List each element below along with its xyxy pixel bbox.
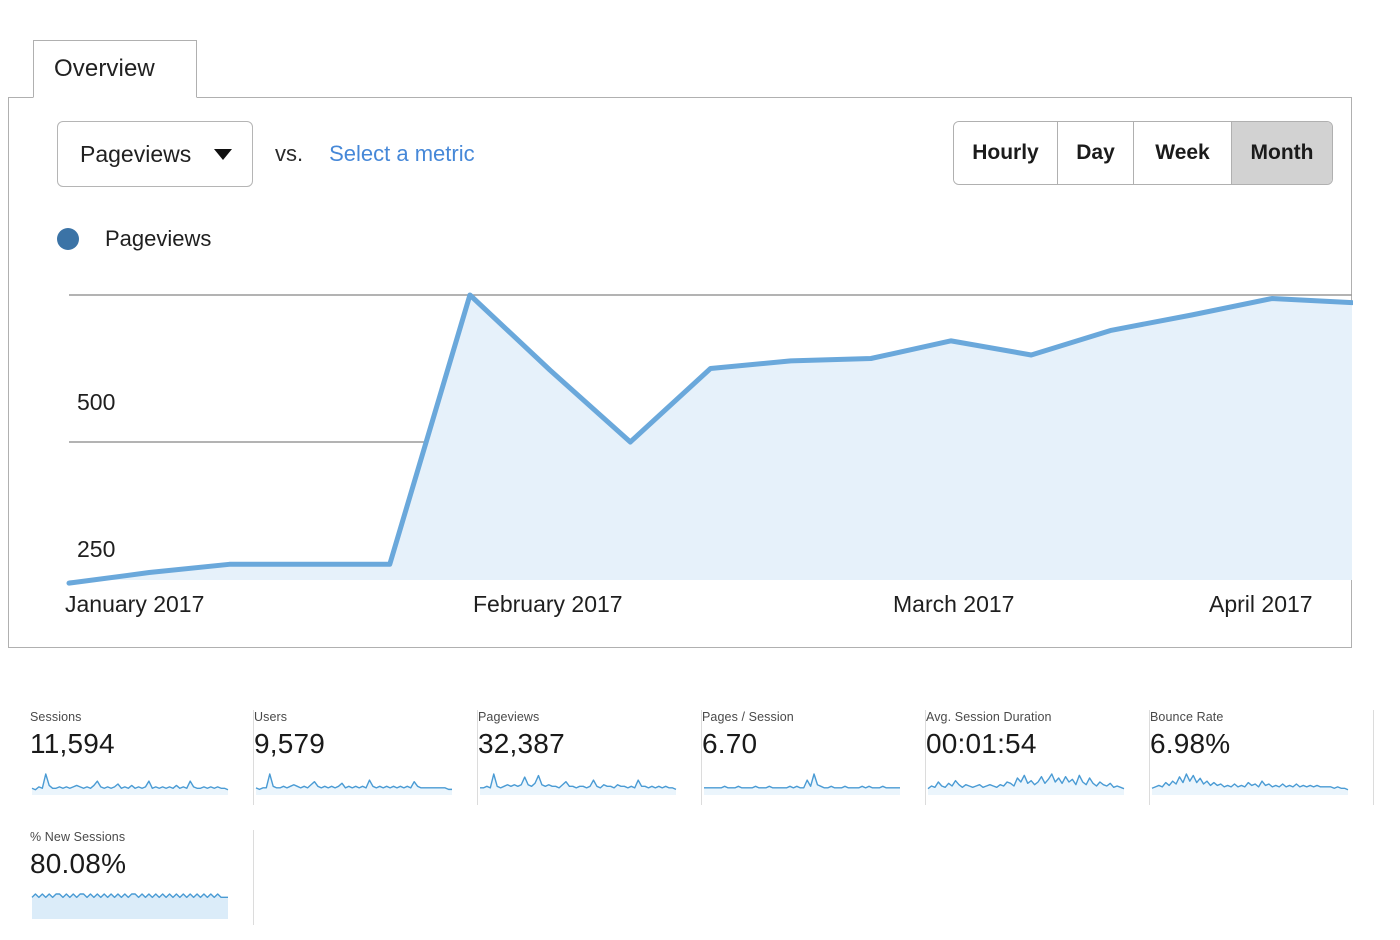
metric-card-value: 80.08%: [30, 848, 127, 879]
metric-card-value: 32,387: [478, 728, 565, 759]
y-axis-tick-250: 250: [77, 536, 116, 562]
chart-panel: Pageviews vs. Select a metric Hourly Day…: [8, 97, 1353, 649]
metric-card-value: 00:01:54: [926, 728, 1037, 759]
metric-card-sparkline: [31, 773, 229, 795]
metric-card-value: 9,579: [254, 728, 326, 759]
metric-card-sparkline: [31, 893, 228, 919]
x-axis-tick-march: March 2017: [893, 591, 1015, 617]
x-axis-tick-january: January 2017: [65, 591, 205, 617]
metric-card-sparkline: [704, 773, 900, 795]
chart-svg: [66, 292, 1353, 586]
tab-overview[interactable]: Overview: [33, 40, 197, 98]
metric-card-pages-per-session[interactable]: Pages / Session 6.70: [702, 710, 926, 805]
metric-summary-cards: Sessions 11,594 Users 9,579 Pageviews 32…: [30, 710, 1380, 925]
metric-card-title: Pages / Session: [702, 710, 794, 724]
x-axis-tick-february: February 2017: [473, 591, 623, 617]
metric-card-title: Pageviews: [478, 710, 540, 724]
chart-area-fill: [69, 295, 1352, 584]
y-axis-tick-500: 500: [77, 389, 116, 415]
metric-card-sessions[interactable]: Sessions 11,594: [30, 710, 254, 805]
metric-card-value: 11,594: [30, 728, 115, 759]
metric-card-pageviews[interactable]: Pageviews 32,387: [478, 710, 702, 805]
pageviews-area-chart[interactable]: 500 250 January 2017 February 2017 March…: [9, 98, 1353, 649]
x-axis-tick-april: April 2017: [1209, 591, 1313, 617]
metric-card-sparkline: [1151, 773, 1349, 795]
metric-card-sparkline: [255, 773, 452, 795]
metric-card-sparkline: [927, 773, 1125, 795]
metric-card-title: Users: [254, 710, 288, 724]
tab-overview-label: Overview: [54, 55, 155, 82]
metric-card-title: Bounce Rate: [1150, 710, 1224, 724]
metric-card-value: 6.70: [702, 728, 758, 759]
analytics-overview-page: Overview Pageviews vs. Select a metric H…: [0, 0, 1400, 940]
metric-card-title: Avg. Session Duration: [926, 710, 1052, 724]
metric-card-percent-new-sessions[interactable]: % New Sessions 80.08%: [30, 830, 254, 925]
metric-card-value: 6.98%: [1150, 728, 1231, 759]
metric-card-sparkline: [480, 773, 677, 795]
metric-card-users[interactable]: Users 9,579: [254, 710, 478, 805]
metric-card-title: Sessions: [30, 710, 82, 724]
metric-card-avg-session-duration[interactable]: Avg. Session Duration 00:01:54: [926, 710, 1150, 805]
metric-card-title: % New Sessions: [30, 830, 126, 844]
metric-card-bounce-rate[interactable]: Bounce Rate 6.98%: [1150, 710, 1374, 805]
